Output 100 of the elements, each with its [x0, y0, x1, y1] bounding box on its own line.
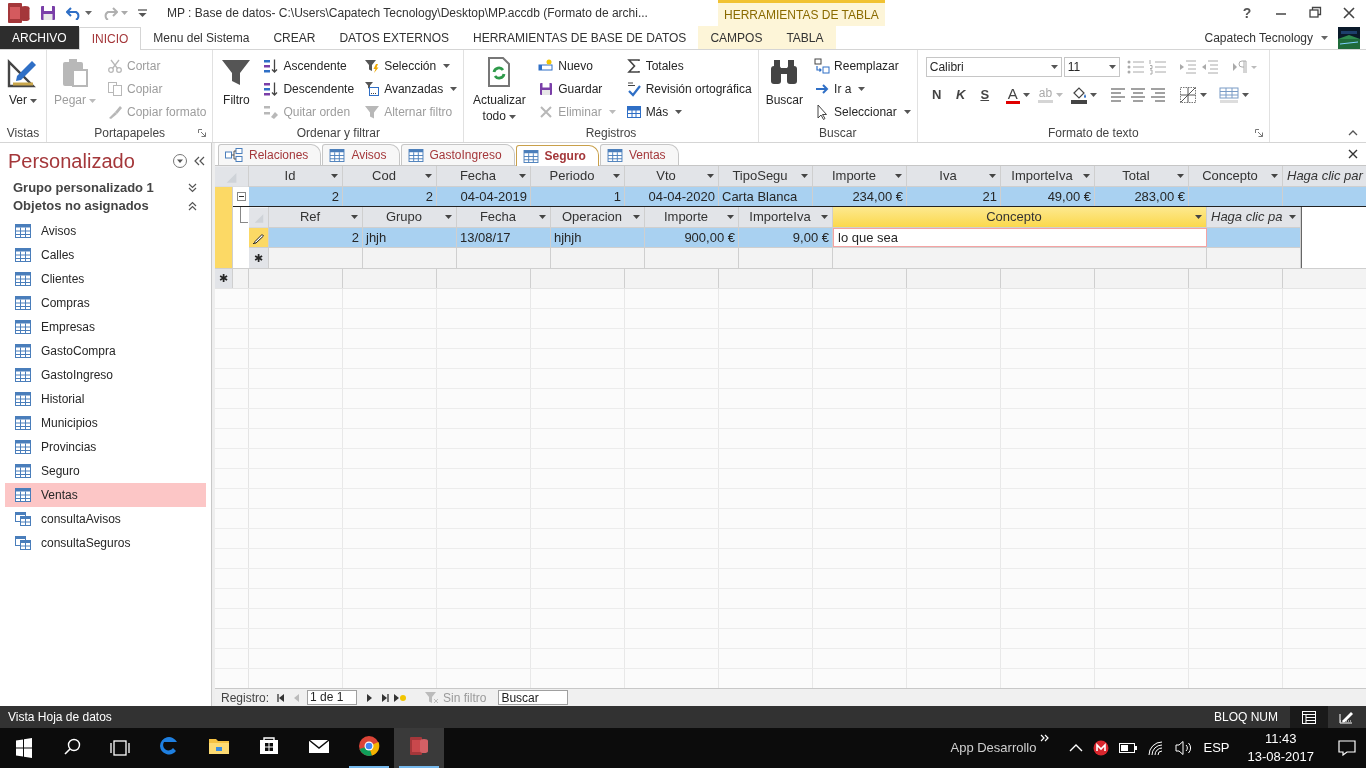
ribbon-button[interactable]: Ascendente	[261, 54, 357, 77]
undo-button[interactable]	[66, 6, 92, 20]
column-header[interactable]: Grupo	[363, 207, 457, 227]
nav-item[interactable]: Historial	[5, 387, 206, 411]
nav-group-header[interactable]: Objetos no asignados	[0, 197, 211, 215]
document-tab[interactable]: Relaciones	[218, 144, 322, 165]
dropdown-circle-icon[interactable]	[173, 154, 187, 168]
language-indicator[interactable]: ESP	[1203, 738, 1230, 758]
dialog-launcher-icon[interactable]	[198, 129, 207, 137]
nav-item[interactable]: GastoCompra	[5, 339, 206, 363]
customize-menu-icon[interactable]	[138, 9, 147, 17]
font-size-field[interactable]: 11	[1063, 57, 1120, 77]
column-header[interactable]: Fecha	[437, 166, 531, 186]
search-field[interactable]: Buscar	[498, 690, 569, 705]
column-header[interactable]: ImporteIva	[739, 207, 833, 227]
column-header[interactable]: Vto	[625, 166, 719, 186]
column-header[interactable]: Concepto	[833, 207, 1207, 227]
record-position-field[interactable]: 1 de 1	[307, 690, 358, 705]
italic-button[interactable]: K	[949, 85, 972, 105]
save-icon[interactable]	[40, 5, 56, 21]
bold-button[interactable]: N	[925, 85, 948, 105]
column-header[interactable]: Haga clic par	[1283, 166, 1366, 186]
account-name[interactable]: Capatech Tecnology	[1204, 28, 1313, 47]
align-center-icon[interactable]	[1129, 86, 1148, 104]
document-tab[interactable]: Ventas	[599, 144, 679, 165]
notifications-icon[interactable]	[1338, 740, 1356, 756]
collapse-row-icon[interactable]	[236, 192, 246, 201]
ribbon-button[interactable]: Reemplazar	[812, 54, 913, 77]
column-header[interactable]: Operacion	[551, 207, 645, 227]
ribbon-button[interactable]: Selección	[362, 54, 460, 77]
column-header[interactable]: Concepto	[1189, 166, 1283, 186]
ribbon-tab[interactable]: CAMPOS	[698, 26, 775, 49]
column-header[interactable]: Ref	[269, 207, 363, 227]
nav-item[interactable]: Ventas	[5, 483, 206, 507]
column-header[interactable]: Periodo	[531, 166, 625, 186]
view-button[interactable]	[1290, 706, 1328, 728]
nav-item[interactable]: Provincias	[5, 435, 206, 459]
help-button[interactable]: ?	[1230, 2, 1264, 24]
ribbon-button[interactable]: Ir a	[812, 77, 913, 100]
nav-item[interactable]: Empresas	[5, 315, 206, 339]
ribbon-button[interactable]: Avanzadas	[362, 77, 460, 100]
volume-icon[interactable]	[1175, 740, 1194, 756]
show-hidden-icons-icon[interactable]	[1069, 744, 1084, 752]
nav-item[interactable]: Clientes	[5, 267, 206, 291]
font-color-button[interactable]: A	[1005, 86, 1030, 104]
column-header[interactable]: ImporteIva	[1001, 166, 1095, 186]
collapse-pane-icon[interactable]	[193, 156, 205, 166]
column-header[interactable]: Importe	[813, 166, 907, 186]
dialog-launcher-icon[interactable]	[1254, 129, 1263, 137]
column-header[interactable]: Id	[249, 166, 343, 186]
column-header[interactable]: Iva	[907, 166, 1001, 186]
collapse-ribbon-icon[interactable]	[1348, 130, 1358, 136]
nav-item[interactable]: Municipios	[5, 411, 206, 435]
document-tab[interactable]: GastoIngreso	[400, 144, 515, 165]
document-tab[interactable]: Avisos	[322, 144, 400, 165]
double-chevron-icon[interactable]	[1040, 734, 1050, 742]
clock[interactable]: 11:43 13-08-2017	[1247, 730, 1314, 766]
nav-group-header[interactable]: Grupo personalizado 1	[0, 179, 211, 197]
ribbon-button[interactable]: Descendente	[261, 77, 357, 100]
ribbon-button[interactable]: Más	[623, 100, 754, 123]
ribbon-tab[interactable]: DATOS EXTERNOS	[327, 26, 461, 49]
ribbon-button[interactable]: Actualizar todo	[468, 54, 531, 124]
focused-cell[interactable]: lo que sea	[833, 228, 1207, 247]
ribbon-tab[interactable]: TABLA	[774, 26, 836, 49]
ribbon-tab[interactable]: Menu del Sistema	[141, 26, 262, 49]
nav-item[interactable]: Seguro	[5, 459, 206, 483]
column-header[interactable]: TipoSegu	[719, 166, 813, 186]
record-selector[interactable]	[249, 228, 269, 247]
table-row[interactable]: 2 2 04-04-2019 1 04-04-2020 Carta Blanca 234,00 € 21 49,00 € 283,00 €	[249, 187, 1366, 206]
font-name-field[interactable]: Calibri	[925, 57, 1062, 77]
nav-item[interactable]: consultaSeguros	[5, 531, 206, 555]
nav-item[interactable]: Avisos	[5, 219, 206, 243]
nav-item[interactable]: Calles	[5, 243, 206, 267]
table-row[interactable]: 2 jhjh 13/08/17 hjhjh 900,00 € 9,00 € lo que sea	[269, 228, 1301, 247]
database-app-icon[interactable]	[8, 3, 30, 23]
align-right-icon[interactable]	[1149, 86, 1168, 104]
column-header[interactable]: Total	[1095, 166, 1189, 186]
underline-button[interactable]: S	[973, 85, 996, 105]
battery-icon[interactable]	[1119, 743, 1138, 753]
nav-item[interactable]: consultaAvisos	[5, 507, 206, 531]
ribbon-button[interactable]: Nuevo	[536, 54, 618, 77]
ribbon-button[interactable]: Buscar	[762, 54, 807, 108]
ribbon-tab[interactable]: ARCHIVO	[0, 26, 79, 49]
ribbon-button[interactable]: Revisión ortográfica	[623, 77, 754, 100]
ribbon-button[interactable]: Seleccionar	[812, 100, 913, 123]
fill-color-button[interactable]	[1071, 86, 1098, 104]
align-left-icon[interactable]	[1109, 86, 1128, 104]
ribbon-tab[interactable]: INICIO	[78, 27, 142, 50]
column-header[interactable]: Fecha	[457, 207, 551, 227]
ribbon-tab[interactable]: HERRAMIENTAS DE BASE DE DATOS	[461, 26, 699, 49]
nav-item[interactable]: Compras	[5, 291, 206, 315]
ribbon-button[interactable]: Ver	[4, 54, 42, 108]
last-record-icon[interactable]	[379, 692, 392, 703]
alternate-row-color-button[interactable]	[1219, 87, 1250, 103]
document-tab[interactable]: Seguro	[515, 145, 599, 166]
ribbon-button[interactable]: Guardar	[536, 77, 618, 100]
column-header[interactable]: Haga clic pa	[1207, 207, 1301, 227]
ribbon-tab[interactable]: CREAR	[261, 26, 328, 49]
column-header[interactable]: Cod	[343, 166, 437, 186]
ribbon-button[interactable]: Filtro	[217, 54, 256, 108]
